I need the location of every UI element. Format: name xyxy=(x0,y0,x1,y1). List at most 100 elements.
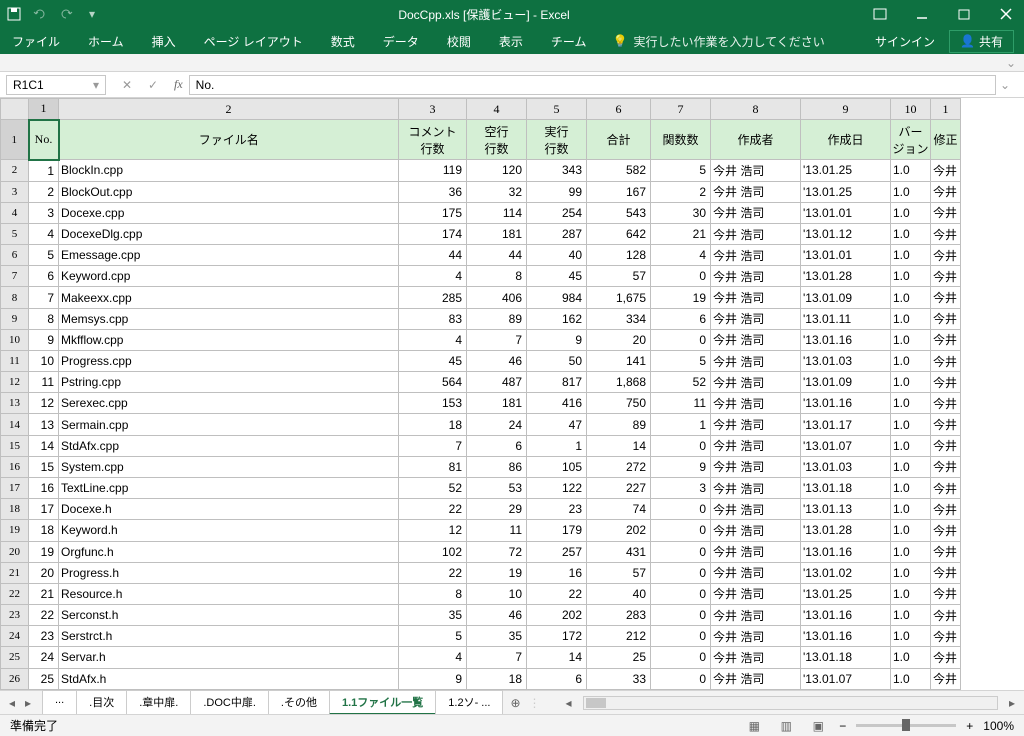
cell[interactable]: 50 xyxy=(527,350,587,371)
cell[interactable]: '13.01.16 xyxy=(801,329,891,350)
cell[interactable]: 1.0 xyxy=(891,223,931,244)
cell[interactable]: 16 xyxy=(527,562,587,583)
cell[interactable]: Servar.h xyxy=(59,647,399,668)
tab-team[interactable]: チーム xyxy=(549,29,589,54)
worksheet-grid[interactable]: 1234567891011No.ファイル名コメント行数空行行数実行行数合計関数数… xyxy=(0,98,1024,690)
cell[interactable]: 1.0 xyxy=(891,605,931,626)
cell[interactable]: 582 xyxy=(587,160,651,181)
redo-icon[interactable] xyxy=(58,6,74,22)
cell[interactable]: 9 xyxy=(527,329,587,350)
column-header[interactable]: 7 xyxy=(651,99,711,120)
cell[interactable]: Emessage.cpp xyxy=(59,245,399,266)
cell[interactable]: Serexec.cpp xyxy=(59,393,399,414)
cell[interactable]: 0 xyxy=(651,329,711,350)
table-header-cell[interactable]: バージョン xyxy=(891,120,931,160)
sheet-tab[interactable]: .章中扉. xyxy=(126,690,191,715)
cell[interactable]: 287 xyxy=(527,223,587,244)
cell[interactable]: 431 xyxy=(587,541,651,562)
cell[interactable]: 今井 xyxy=(931,160,961,181)
cell[interactable]: 45 xyxy=(399,350,467,371)
table-header-cell[interactable]: ファイル名 xyxy=(59,120,399,160)
cell[interactable]: 272 xyxy=(587,456,651,477)
cell[interactable]: '13.01.03 xyxy=(801,456,891,477)
cell[interactable]: 1.0 xyxy=(891,308,931,329)
cell[interactable]: 11 xyxy=(29,372,59,393)
tab-data[interactable]: データ xyxy=(381,29,421,54)
cell[interactable]: 120 xyxy=(467,160,527,181)
column-header[interactable]: 8 xyxy=(711,99,801,120)
cell[interactable]: 29 xyxy=(467,499,527,520)
cell[interactable]: 10 xyxy=(467,583,527,604)
cell[interactable]: '13.01.25 xyxy=(801,160,891,181)
cell[interactable]: 141 xyxy=(587,350,651,371)
cell[interactable]: '13.01.16 xyxy=(801,605,891,626)
page-layout-view-icon[interactable]: ▥ xyxy=(775,717,797,735)
zoom-slider[interactable] xyxy=(856,724,956,727)
cell[interactable]: 今井 浩司 xyxy=(711,308,801,329)
row-header[interactable]: 3 xyxy=(1,181,29,202)
row-header[interactable]: 20 xyxy=(1,541,29,562)
cell[interactable]: 416 xyxy=(527,393,587,414)
cell[interactable]: BlockOut.cpp xyxy=(59,181,399,202)
row-header[interactable]: 17 xyxy=(1,477,29,498)
cell[interactable]: 今井 xyxy=(931,647,961,668)
ribbon-display-icon[interactable] xyxy=(868,2,892,26)
sheet-tab[interactable]: .目次 xyxy=(76,690,127,715)
cell[interactable]: 13 xyxy=(29,414,59,435)
cell[interactable]: 33 xyxy=(587,668,651,689)
column-header[interactable]: 4 xyxy=(467,99,527,120)
cell[interactable]: 8 xyxy=(29,308,59,329)
cell[interactable]: 今井 浩司 xyxy=(711,329,801,350)
cell[interactable]: 102 xyxy=(399,541,467,562)
table-header-cell[interactable]: コメント行数 xyxy=(399,120,467,160)
cell[interactable]: 21 xyxy=(29,583,59,604)
cell[interactable]: '13.01.09 xyxy=(801,287,891,308)
cell[interactable]: 153 xyxy=(399,393,467,414)
cell[interactable]: 今井 xyxy=(931,477,961,498)
cell[interactable]: 254 xyxy=(527,202,587,223)
cell[interactable]: 今井 浩司 xyxy=(711,435,801,456)
cell[interactable]: 今井 浩司 xyxy=(711,668,801,689)
cell[interactable]: Keyword.h xyxy=(59,520,399,541)
cell[interactable]: 47 xyxy=(527,414,587,435)
cell[interactable]: '13.01.11 xyxy=(801,308,891,329)
cell[interactable]: 0 xyxy=(651,435,711,456)
cell[interactable]: 1.0 xyxy=(891,647,931,668)
cell[interactable]: 1.0 xyxy=(891,414,931,435)
cell[interactable]: BlockIn.cpp xyxy=(59,160,399,181)
cell[interactable]: 7 xyxy=(399,435,467,456)
cell[interactable]: 5 xyxy=(399,626,467,647)
cell[interactable]: 487 xyxy=(467,372,527,393)
cell[interactable]: 1.0 xyxy=(891,435,931,456)
cell[interactable]: 1.0 xyxy=(891,520,931,541)
close-icon[interactable] xyxy=(994,2,1018,26)
cell[interactable]: 8 xyxy=(399,583,467,604)
cell[interactable]: 343 xyxy=(527,160,587,181)
row-header[interactable]: 26 xyxy=(1,668,29,689)
zoom-in-icon[interactable]: + xyxy=(966,719,973,733)
cell[interactable]: 今井 xyxy=(931,266,961,287)
cell[interactable]: 今井 浩司 xyxy=(711,541,801,562)
cell[interactable]: 181 xyxy=(467,393,527,414)
cell[interactable]: 5 xyxy=(29,245,59,266)
tab-formulas[interactable]: 数式 xyxy=(329,29,357,54)
cell[interactable]: 7 xyxy=(29,287,59,308)
cell[interactable]: 1.0 xyxy=(891,668,931,689)
cell[interactable]: 18 xyxy=(29,520,59,541)
cell[interactable]: Keyword.cpp xyxy=(59,266,399,287)
cell[interactable]: Progress.cpp xyxy=(59,350,399,371)
row-header[interactable]: 1 xyxy=(1,120,29,160)
cell[interactable]: '13.01.16 xyxy=(801,393,891,414)
cell[interactable]: 今井 浩司 xyxy=(711,266,801,287)
cell[interactable]: 今井 xyxy=(931,668,961,689)
cell[interactable]: 1.0 xyxy=(891,329,931,350)
zoom-out-icon[interactable]: − xyxy=(839,719,846,733)
column-header[interactable]: 1 xyxy=(29,99,59,120)
qat-customize-icon[interactable]: ▾ xyxy=(84,6,100,22)
cell[interactable]: 0 xyxy=(651,266,711,287)
cell[interactable]: 172 xyxy=(527,626,587,647)
cell[interactable]: 7 xyxy=(467,647,527,668)
cell[interactable]: 今井 xyxy=(931,626,961,647)
cell[interactable]: 25 xyxy=(29,668,59,689)
cell[interactable]: Mkfflow.cpp xyxy=(59,329,399,350)
